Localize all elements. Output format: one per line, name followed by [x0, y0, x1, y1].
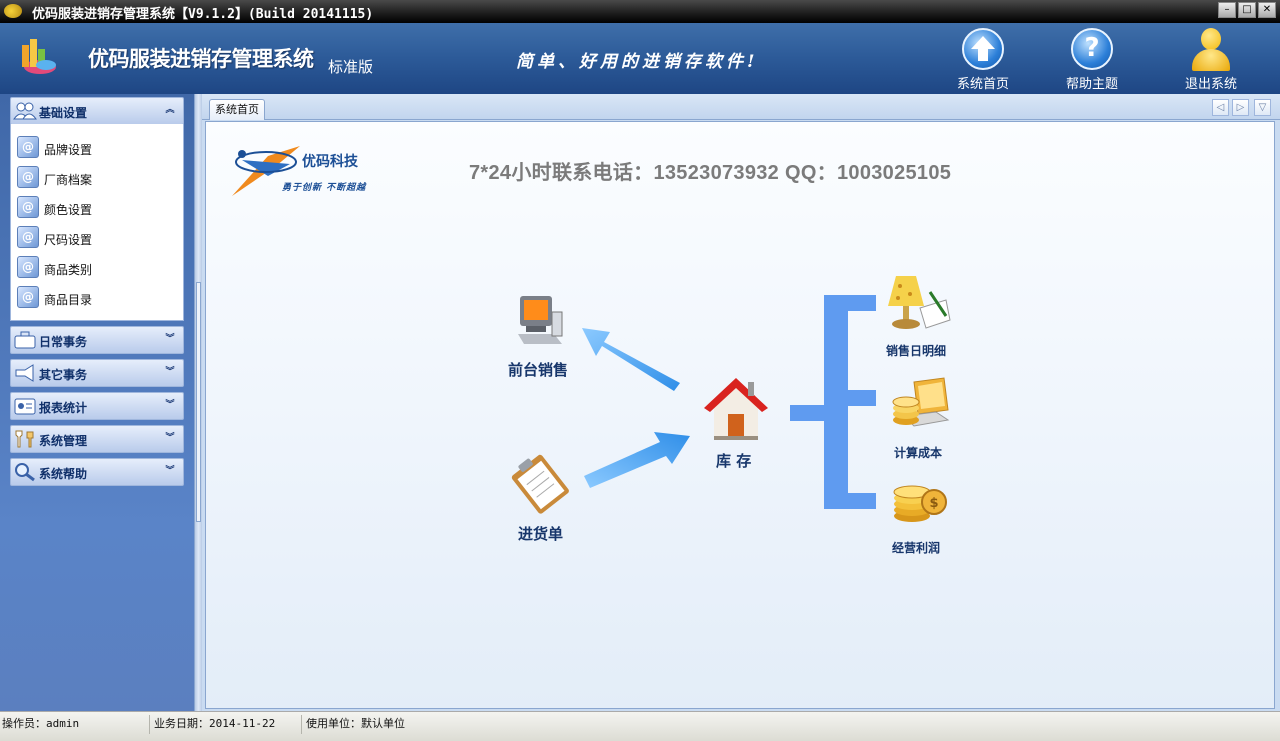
menu-item-label: 尺码设置: [44, 233, 93, 247]
arrow-to-front-sales: [582, 328, 680, 391]
magnifier-icon: [15, 463, 35, 482]
home-button[interactable]: 系统首页: [938, 28, 1028, 92]
contact-info: 7*24小时联系电话：13523073932 QQ：1003025105: [469, 162, 952, 184]
panel-title: 系统帮助: [39, 467, 88, 481]
panel-title: 其它事务: [39, 368, 88, 382]
menu-item-product-catalog[interactable]: @ 商品目录: [17, 286, 177, 310]
house-icon[interactable]: [704, 376, 768, 442]
daily-sales-detail-label[interactable]: 销售日明细: [886, 342, 946, 359]
menu-item-label: 商品类别: [44, 263, 93, 277]
slogan: 简单、好用的进销存软件!: [516, 52, 759, 72]
menu-item-label: 颜色设置: [44, 203, 93, 217]
panel-basic-settings-body: @ 品牌设置 @ 厂商档案 @ 颜色设置 @ 尺码设置 @ 商品类别 @ 商品目…: [10, 124, 184, 321]
user-exit-icon: [1190, 28, 1232, 71]
at-sign-icon: @: [17, 286, 39, 308]
panel-other-affairs[interactable]: 其它事务 ︾: [10, 359, 184, 387]
menu-item-label: 商品目录: [44, 293, 93, 307]
company-motto: 勇于创新 不断超越: [282, 183, 367, 193]
inventory-label[interactable]: 库 存: [716, 450, 751, 471]
tab-home[interactable]: 系统首页: [209, 99, 265, 120]
minimize-button[interactable]: –: [1218, 2, 1236, 18]
panel-basic-settings[interactable]: 基础设置 ︽: [10, 97, 184, 125]
logout-button-label: 退出系统: [1184, 77, 1237, 92]
panel-title: 日常事务: [39, 335, 88, 349]
menu-item-vendor-files[interactable]: @ 厂商档案: [17, 166, 177, 190]
at-sign-icon: @: [17, 226, 39, 248]
expand-icon[interactable]: ︾: [163, 398, 177, 412]
app-logo-icon: [22, 39, 56, 74]
users-icon: [13, 102, 37, 120]
edition-label: 标准版: [328, 58, 374, 76]
window-controls: – □ ✕: [1218, 2, 1276, 18]
app-header: 优码服装进销存管理系统 标准版 简单、好用的进销存软件! 系统首页 ? 帮助主题…: [0, 23, 1280, 94]
at-sign-icon: @: [17, 136, 39, 158]
calc-cost-label[interactable]: 计算成本: [894, 444, 942, 461]
purchase-order-label[interactable]: 进货单: [518, 523, 563, 544]
tab-scroll-left-icon[interactable]: ◁: [1212, 99, 1229, 116]
help-button-label: 帮助主题: [1065, 77, 1118, 92]
coins-laptop-icon[interactable]: [890, 376, 950, 436]
at-sign-icon: @: [17, 196, 39, 218]
clipboard-icon[interactable]: [508, 454, 574, 516]
panel-title: 报表统计: [39, 401, 88, 415]
expand-icon[interactable]: ︾: [163, 365, 177, 379]
business-date-status: 业务日期：2014-11-22: [152, 715, 302, 734]
id-card-icon: [14, 398, 36, 415]
maximize-button[interactable]: □: [1238, 2, 1256, 18]
coins-icon[interactable]: $: [890, 478, 950, 524]
at-sign-icon: @: [17, 256, 39, 278]
title-bar: 优码服装进销存管理系统【V9.1.2】(Build 20141115) – □ …: [0, 0, 1280, 23]
panel-system-management[interactable]: 系统管理 ︾: [10, 425, 184, 453]
collapse-icon[interactable]: ︽: [163, 103, 177, 117]
menu-item-size-settings[interactable]: @ 尺码设置: [17, 226, 177, 250]
megaphone-icon: [15, 364, 34, 382]
app-icon: [4, 4, 22, 18]
unit-status: 使用单位：默认单位: [306, 717, 405, 730]
panel-title: 系统管理: [39, 434, 88, 448]
panel-title: 基础设置: [39, 106, 88, 120]
product-name: 优码服装进销存管理系统: [88, 47, 314, 71]
lamp-report-icon[interactable]: [886, 272, 952, 332]
panel-system-help[interactable]: 系统帮助 ︾: [10, 458, 184, 486]
menu-item-product-category[interactable]: @ 商品类别: [17, 256, 177, 280]
computer-icon[interactable]: [514, 292, 566, 350]
menu-item-color-settings[interactable]: @ 颜色设置: [17, 196, 177, 220]
arrow-from-purchase: [584, 432, 690, 488]
at-sign-icon: @: [17, 166, 39, 188]
sidebar-splitter[interactable]: [194, 94, 202, 711]
status-bar: 操作员：admin 业务日期：2014-11-22 使用单位：默认单位: [0, 711, 1280, 741]
panel-daily-affairs[interactable]: 日常事务 ︾: [10, 326, 184, 354]
menu-item-brand-settings[interactable]: @ 品牌设置: [17, 136, 177, 160]
wrench-icon: [15, 430, 34, 448]
menu-item-label: 品牌设置: [44, 143, 93, 157]
front-sales-label[interactable]: 前台销售: [508, 359, 568, 380]
panel-reports[interactable]: 报表统计 ︾: [10, 392, 184, 420]
expand-icon[interactable]: ︾: [163, 464, 177, 478]
tab-strip: 系统首页 ◁ ▷ ▽: [202, 94, 1280, 120]
distribution-bracket: [790, 295, 876, 509]
help-question-icon: ?: [1071, 28, 1113, 70]
company-name: 优码科技: [302, 154, 358, 170]
tab-list-icon[interactable]: ▽: [1254, 99, 1271, 116]
home-button-label: 系统首页: [956, 77, 1009, 92]
briefcase-icon: [14, 331, 36, 349]
close-button[interactable]: ✕: [1258, 2, 1276, 18]
operating-profit-label[interactable]: 经营利润: [892, 539, 940, 556]
menu-item-label: 厂商档案: [44, 173, 93, 187]
home-arrow-icon: [962, 28, 1004, 70]
logout-button[interactable]: 退出系统: [1166, 28, 1256, 92]
operator-status: 操作员：admin: [0, 715, 150, 734]
expand-icon[interactable]: ︾: [163, 431, 177, 445]
tab-scroll-right-icon[interactable]: ▷: [1232, 99, 1249, 116]
expand-icon[interactable]: ︾: [163, 332, 177, 346]
svg-text:$: $: [929, 496, 938, 511]
window-title: 优码服装进销存管理系统【V9.1.2】(Build 20141115): [32, 7, 374, 22]
help-button[interactable]: ? 帮助主题: [1047, 28, 1137, 92]
